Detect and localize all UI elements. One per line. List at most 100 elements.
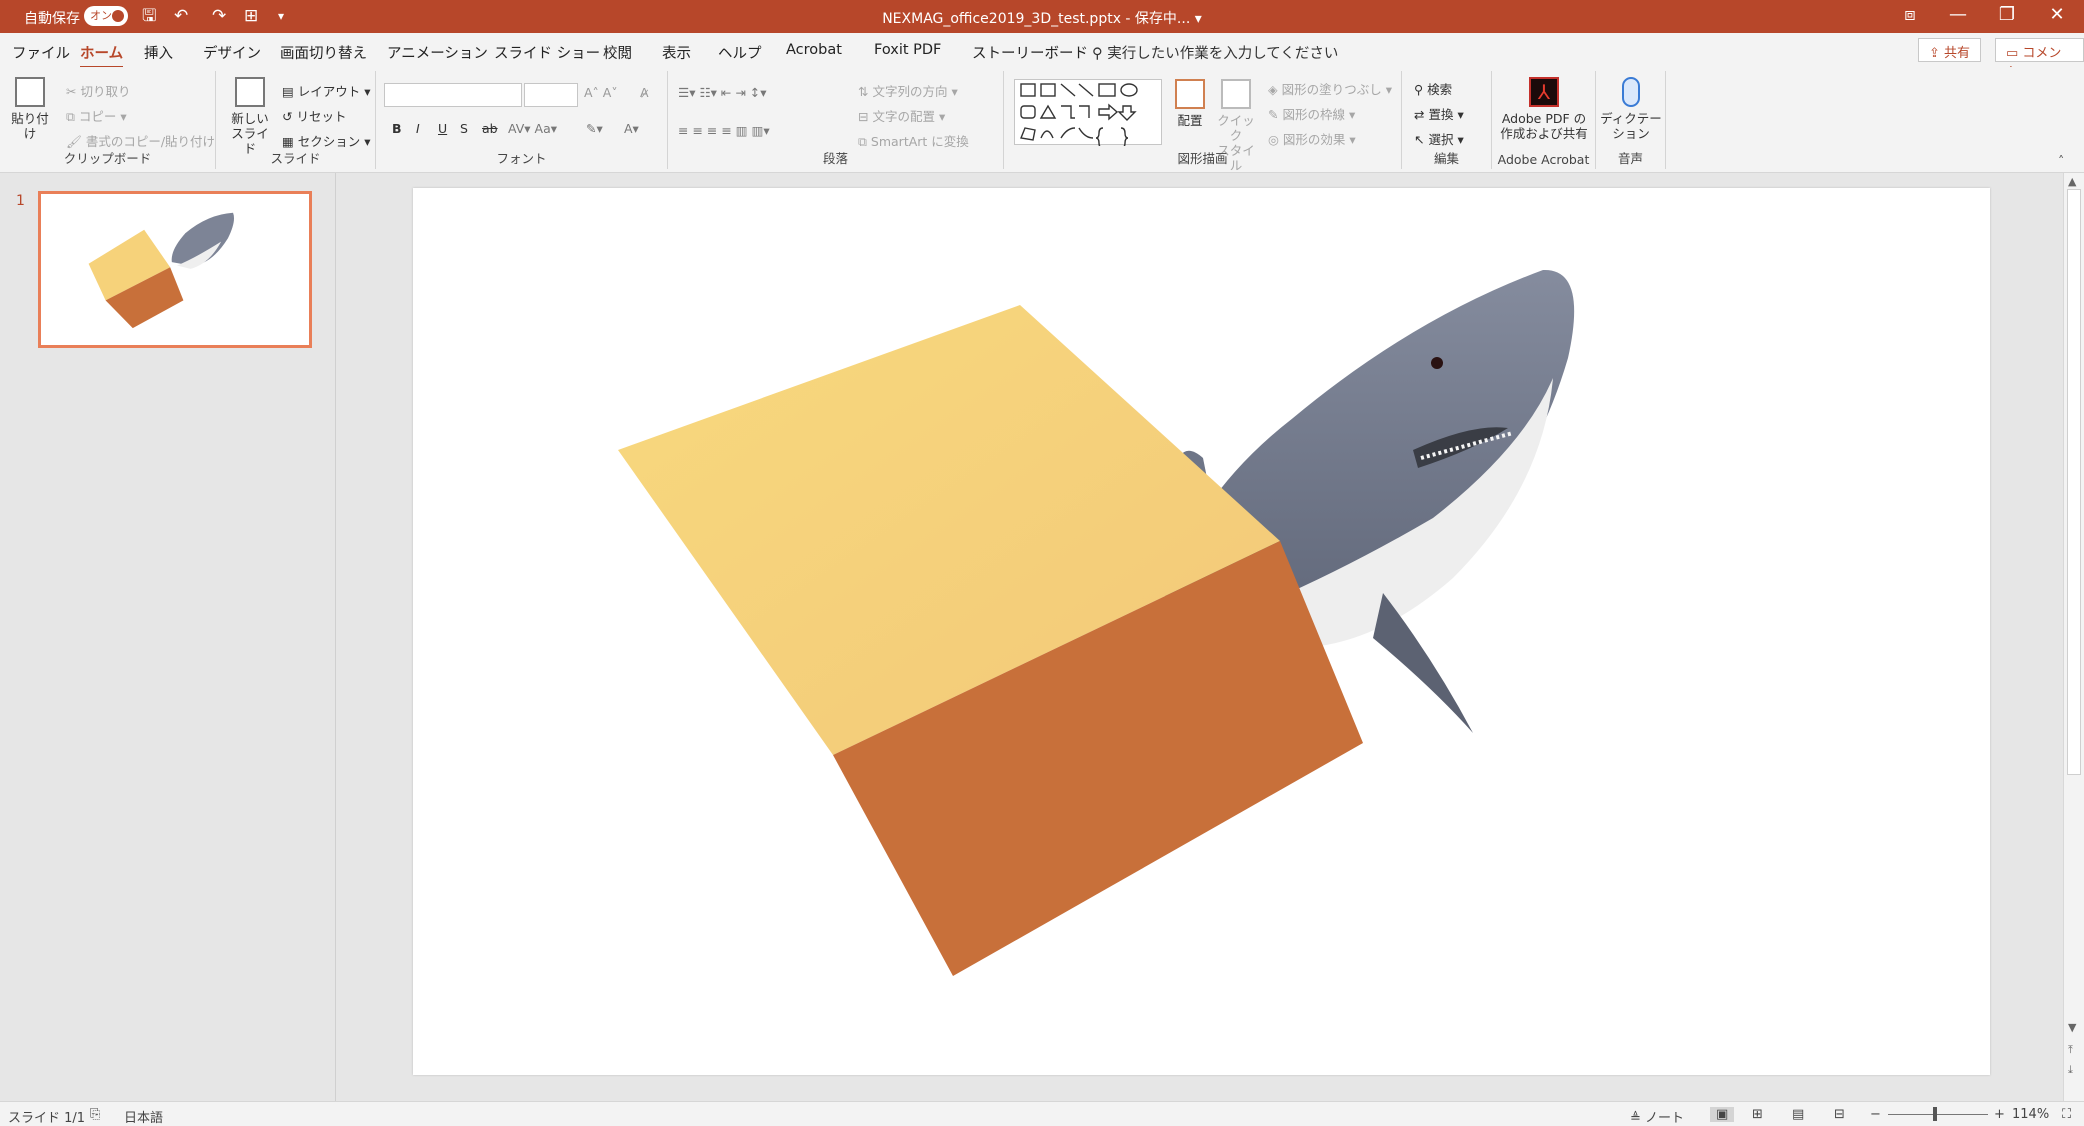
strikethrough-button[interactable]: ab (482, 121, 498, 136)
status-bar: スライド 1/1 ⎘ 日本語 ≜ ノート ▣ ⊞ ▤ ⊟ − + 114% ⛶ (0, 1101, 2084, 1126)
align-icons[interactable]: ≡ ≡ ≡ ≡ ▥ ▥▾ (678, 123, 770, 138)
zoom-level[interactable]: 114% (2012, 1107, 2049, 1122)
reading-view-icon[interactable]: ▤ (1792, 1107, 1804, 1122)
clipboard-group-label: クリップボード (63, 151, 152, 166)
zoom-slider-thumb[interactable] (1933, 1107, 1937, 1121)
normal-view-icon[interactable]: ▣ (1710, 1107, 1735, 1122)
paste-button[interactable]: 貼り付け (8, 77, 52, 141)
editing-group-label: 編集 (1433, 151, 1459, 166)
char-spacing-icon[interactable]: AV▾ Aa▾ (508, 121, 557, 136)
font-name-input[interactable] (384, 83, 522, 107)
slideshow-view-icon[interactable]: ⊟ (1834, 1107, 1845, 1122)
slides-group: 新しい スライド ▤ レイアウト ▾ ↺ リセット ▦ セクション ▾ スライド (216, 71, 376, 169)
clear-format-icon[interactable]: A̷ (640, 85, 649, 100)
title-bar: 自動保存 オン 🖫 ↶ ↷ ⊞ ▾ NEXMAG_office2019_3D_t… (0, 0, 2084, 33)
restore-icon[interactable]: ❐ (1987, 4, 2027, 25)
share-button[interactable]: ⇪ 共有 (1918, 38, 1982, 62)
tab-acrobat[interactable]: Acrobat (786, 42, 842, 58)
highlight-icon[interactable]: ✎▾ (586, 121, 603, 136)
close-icon[interactable]: ✕ (2037, 4, 2077, 25)
new-slide-button[interactable]: 新しい スライド (226, 77, 274, 156)
dictate-button[interactable]: ディクテー ション (1600, 77, 1662, 141)
zoom-out-icon[interactable]: − (1870, 1107, 1881, 1122)
scrollbar-thumb[interactable] (2067, 189, 2081, 775)
fit-slide-icon[interactable]: ⛶ (2062, 1107, 2071, 1122)
tab-file[interactable]: ファイル (12, 42, 70, 63)
tab-view[interactable]: 表示 (662, 42, 691, 63)
underline-button[interactable]: U (438, 121, 447, 136)
slide-artwork (618, 269, 1575, 976)
text-direction-button[interactable]: ⇅ 文字列の方向 ▾ (858, 81, 958, 100)
3d-cube-model[interactable] (618, 305, 1363, 976)
scroll-up-icon[interactable]: ▲ (2068, 175, 2076, 188)
tab-help[interactable]: ヘルプ (718, 42, 762, 63)
tab-transitions[interactable]: 画面切り替え (280, 42, 367, 63)
minimize-icon[interactable]: — (1938, 4, 1978, 25)
document-title: NEXMAG_office2019_3D_test.pptx - 保存中... … (882, 11, 1202, 27)
tab-foxit[interactable]: Foxit PDF (874, 42, 941, 58)
previous-slide-icon[interactable]: ⤒ (2068, 1043, 2073, 1057)
reset-button[interactable]: ↺ リセット (282, 106, 346, 125)
arrange-icon (1175, 79, 1205, 109)
shapes-gallery[interactable] (1014, 79, 1162, 149)
copy-button[interactable]: ⧉ コピー ▾ (66, 106, 127, 125)
drawing-group-label: 図形描画 (1177, 151, 1228, 166)
font-color-icon[interactable]: A▾ (624, 121, 639, 136)
grow-font-icon[interactable]: A˄ A˅ (584, 85, 618, 100)
slide-canvas[interactable] (413, 188, 1990, 1075)
italic-button[interactable]: I (416, 121, 420, 136)
zoom-in-icon[interactable]: + (1994, 1107, 2005, 1122)
tab-home[interactable]: ホーム (80, 42, 124, 69)
tab-animations[interactable]: アニメーション (387, 42, 488, 63)
align-text-button[interactable]: ⊟ 文字の配置 ▾ (858, 106, 945, 125)
scroll-down-icon[interactable]: ▼ (2068, 1021, 2076, 1034)
editing-group: ⚲ 検索 ⇄ 置換 ▾ ↖ 選択 ▾ 編集 (1402, 71, 1492, 169)
shadow-button[interactable]: S (460, 121, 468, 136)
new-slide-icon (235, 77, 265, 107)
microphone-icon (1622, 77, 1640, 107)
tab-storyboard[interactable]: ストーリーボード (972, 42, 1088, 63)
slide-sorter-icon[interactable]: ⊞ (1752, 1107, 1763, 1122)
slide-thumbnails-pane: 1 (0, 173, 336, 1101)
create-pdf-button[interactable]: ⅄ Adobe PDF の作成および共有 (1498, 77, 1590, 141)
tell-me-search[interactable]: ⚲ 実行したい作業を入力してください (1092, 42, 1338, 63)
slides-group-label: スライド (270, 151, 321, 166)
ribbon-tabs: ファイル ホーム 挿入 デザイン 画面切り替え アニメーション スライド ショー… (0, 33, 2084, 80)
cut-button[interactable]: ✂ 切り取り (66, 81, 130, 100)
font-size-input[interactable] (524, 83, 578, 107)
tab-insert[interactable]: 挿入 (144, 42, 173, 63)
drawing-group: 配置 クイック スタイル ◈ 図形の塗りつぶし ▾ ✎ 図形の枠線 ▾ ◎ 図形の… (1004, 71, 1402, 173)
tab-review[interactable]: 校閲 (603, 42, 632, 63)
comment-button[interactable]: ▭ コメント (1995, 38, 2084, 80)
tab-slideshow[interactable]: スライド ショー (494, 42, 600, 63)
shape-effects-button[interactable]: ◎ 図形の効果 ▾ (1268, 129, 1356, 148)
voice-group-label: 音声 (1617, 151, 1643, 166)
adobe-pdf-icon: ⅄ (1529, 77, 1559, 107)
collapse-ribbon-icon[interactable]: ˄ (2058, 153, 2064, 168)
search-icon: ⚲ (1092, 46, 1103, 62)
slide-thumbnail[interactable] (38, 191, 312, 348)
font-group: A˄ A˅ A̷ B I U S ab AV▾ Aa▾ ✎▾ A▾ フォント (376, 71, 668, 169)
shape-fill-button[interactable]: ◈ 図形の塗りつぶし ▾ (1268, 79, 1392, 98)
select-button[interactable]: ↖ 選択 ▾ (1414, 129, 1464, 148)
bold-button[interactable]: B (392, 121, 402, 136)
replace-button[interactable]: ⇄ 置換 ▾ (1414, 104, 1464, 123)
arrange-button[interactable]: 配置 (1172, 79, 1208, 128)
language-indicator[interactable]: 日本語 (124, 1107, 163, 1126)
shape-outline-button[interactable]: ✎ 図形の枠線 ▾ (1268, 104, 1355, 123)
ribbon-display-icon[interactable]: ⧈ (1890, 4, 1930, 25)
vertical-scrollbar[interactable]: ▲ ▼ ⤒ ⤓ (2063, 173, 2084, 1101)
bullets-icon[interactable]: ☰▾ ☷▾ ⇤ ⇥ ↕▾ (678, 85, 767, 100)
next-slide-icon[interactable]: ⤓ (2068, 1063, 2073, 1077)
accessibility-icon[interactable]: ⎘ (90, 1107, 100, 1122)
paste-icon (15, 77, 45, 107)
acrobat-group-label: Adobe Acrobat (1497, 152, 1590, 167)
find-button[interactable]: ⚲ 検索 (1414, 79, 1452, 98)
layout-button[interactable]: ▤ レイアウト ▾ (282, 81, 371, 100)
slide-number: 1 (16, 193, 25, 209)
voice-group: ディクテー ション 音声 (1596, 71, 1666, 169)
tab-design[interactable]: デザイン (203, 42, 261, 63)
notes-button[interactable]: ≜ ノート (1630, 1107, 1684, 1126)
zoom-slider[interactable] (1888, 1114, 1988, 1115)
font-group-label: フォント (496, 151, 547, 166)
